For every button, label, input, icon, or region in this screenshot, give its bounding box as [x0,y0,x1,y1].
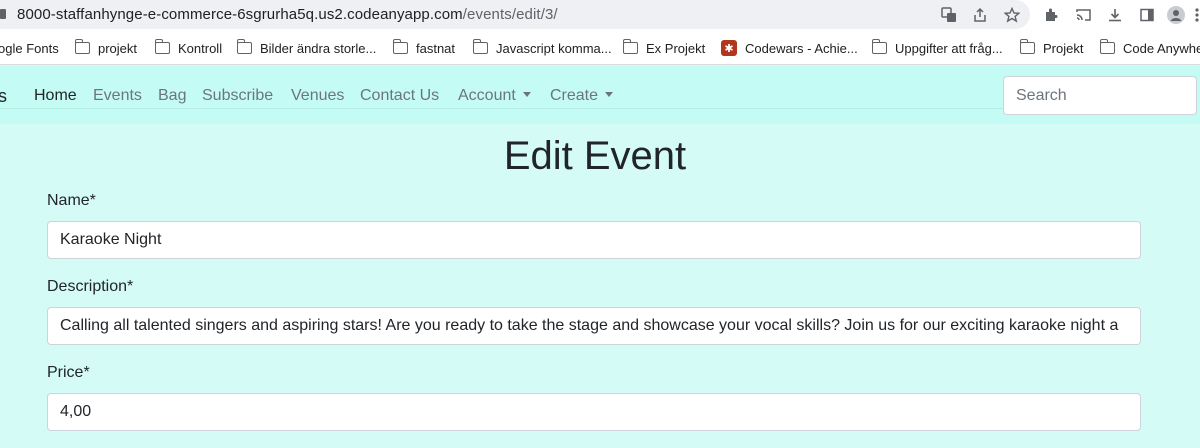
url-text[interactable]: 8000-staffanhynge-e-commerce-6sgrurha5q.… [17,6,558,23]
bookmark-label: Ex Projekt [646,40,706,56]
name-label: Name* [47,192,96,209]
bookmark-label: ogle Fonts [0,40,59,56]
bookmark-label: Code Anywhe [1123,40,1200,56]
folder-icon [622,39,638,54]
navbar-divider [0,108,1010,109]
bookmark-label: projekt [98,40,138,56]
nav-subscribe[interactable]: Subscribe [202,87,273,105]
url-path: /events/edit/3/ [462,6,558,23]
nav-create-dropdown[interactable]: Create [550,87,614,105]
description-field[interactable] [47,307,1141,345]
folder-icon [1019,39,1035,54]
star-icon[interactable] [1003,6,1021,24]
description-label: Description* [47,278,134,295]
folder-icon [74,39,90,54]
bookmark-projekt[interactable]: projekt [74,39,138,56]
download-icon[interactable] [1106,6,1124,24]
price-field[interactable] [47,393,1141,431]
bookmark-google-fonts[interactable]: ogle Fonts [0,40,59,56]
nav-account-label: Account [458,87,516,104]
extensions-icon[interactable] [1042,6,1060,24]
nav-home[interactable]: Home [34,87,77,105]
bookmark-code-anywhere[interactable]: Code Anywhe [1099,39,1200,56]
nav-bag[interactable]: Bag [158,87,186,105]
bookmark-uppgifter[interactable]: Uppgifter att fråg... [871,39,1003,56]
nav-events[interactable]: Events [93,87,142,105]
page-title: Edit Event [503,134,687,178]
sidepanel-icon[interactable] [1138,6,1156,24]
bookmark-label: Kontroll [178,40,223,56]
bookmark-bilder[interactable]: Bilder ändra storle... [236,39,377,56]
bookmark-label: Uppgifter att fråg... [895,40,1003,56]
url-host: 8000-staffanhynge-e-commerce-6sgrurha5q.… [17,6,463,23]
folder-icon [472,39,488,54]
profile-icon[interactable] [1167,6,1185,24]
bookmark-label: Javascript komma... [496,40,612,56]
folder-icon [871,39,887,54]
bookmark-label: Bilder ändra storle... [260,40,377,56]
folder-icon [154,39,170,54]
caret-down-icon [522,92,531,97]
translate-icon[interactable] [940,6,958,24]
price-label: Price* [47,364,90,381]
bookmark-label: Codewars - Achie... [745,40,858,56]
nav-account-dropdown[interactable]: Account [458,87,531,105]
bookmark-projekt-2[interactable]: Projekt [1019,39,1084,56]
folder-icon [392,39,408,54]
browser-address-bar: 8000-staffanhynge-e-commerce-6sgrurha5q.… [0,0,1200,31]
search-input[interactable] [1003,76,1197,115]
bookmark-label: fastnat [416,40,456,56]
bookmark-codewars[interactable]: ✱ Codewars - Achie... [721,40,858,56]
bookmark-fastnat[interactable]: fastnat [392,39,456,56]
folder-icon [1099,39,1115,54]
codewars-icon: ✱ [721,40,737,56]
menu-icon[interactable] [1188,6,1200,24]
nav-venues[interactable]: Venues [291,87,344,105]
lock-icon[interactable] [0,9,6,19]
name-field[interactable] [47,221,1141,259]
bookmark-ex-projekt[interactable]: Ex Projekt [622,39,706,56]
bookmark-javascript[interactable]: Javascript komma... [472,39,612,56]
cast-icon[interactable] [1074,6,1092,24]
caret-down-icon [605,92,614,97]
folder-icon [236,39,252,54]
bookmarks-bar: ogle Fonts projekt Kontroll Bilder ändra… [0,31,1200,65]
site-brand[interactable]: s [0,86,7,107]
nav-create-label: Create [550,87,599,104]
bookmark-label: Projekt [1043,40,1084,56]
share-icon[interactable] [971,6,989,24]
bookmark-kontroll[interactable]: Kontroll [154,39,223,56]
nav-contact-us[interactable]: Contact Us [360,87,439,105]
